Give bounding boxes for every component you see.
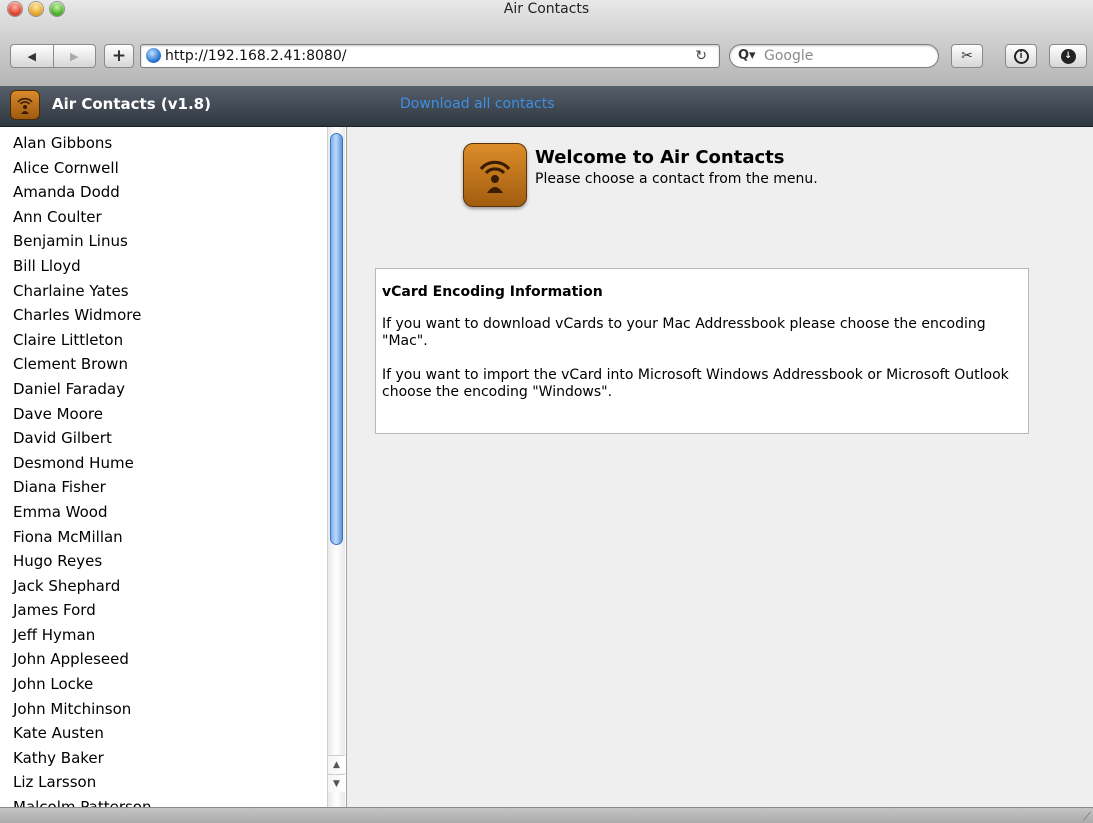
app-header: Air Contacts (v1.8) Download all contact…: [0, 86, 1093, 127]
search-icon[interactable]: Q▾: [738, 48, 756, 63]
sidebar-scrollbar[interactable]: ▲ ▼: [327, 127, 345, 807]
contact-item[interactable]: David Gilbert: [13, 426, 152, 451]
contact-item[interactable]: Alan Gibbons: [13, 131, 152, 156]
contacts-sidebar: Alan Gibbons Alice Cornwell Amanda Dodd Ann…: [0, 127, 347, 807]
contact-list: Alan Gibbons Alice Cornwell Amanda Dodd Ann…: [13, 131, 152, 807]
resize-grip-icon[interactable]: ⟋: [1083, 810, 1091, 823]
back-button[interactable]: ◀: [11, 45, 53, 67]
contact-item[interactable]: Kate Austen: [13, 721, 152, 746]
info-title: vCard Encoding Information: [382, 284, 603, 300]
add-bookmark-button[interactable]: +: [104, 44, 134, 68]
browser-toolbar: ◀ ▶ + http://192.168.2.41:8080/ ↻ Q▾ Goo…: [0, 40, 1093, 87]
contact-item[interactable]: Emma Wood: [13, 500, 152, 525]
contact-item[interactable]: Amanda Dodd: [13, 180, 152, 205]
contact-item[interactable]: Jeff Hyman: [13, 623, 152, 648]
browser-window: Air Contacts ◀ ▶ + http://192.168.2.41:8…: [0, 0, 1093, 823]
contact-item[interactable]: Dave Moore: [13, 402, 152, 427]
info-icon: i: [1013, 48, 1029, 64]
contact-item[interactable]: Malcolm Patterson: [13, 795, 152, 807]
search-field[interactable]: Q▾ Google: [729, 44, 939, 68]
air-contacts-icon: [10, 90, 40, 120]
title-bar: Air Contacts: [0, 0, 1093, 40]
address-bar[interactable]: http://192.168.2.41:8080/ ↻: [140, 44, 720, 68]
contact-item[interactable]: Kathy Baker: [13, 746, 152, 771]
vcard-info-box: vCard Encoding Information If you want t…: [375, 268, 1029, 434]
window-title: Air Contacts: [503, 1, 590, 17]
air-contacts-icon: [463, 143, 527, 207]
contact-item[interactable]: Hugo Reyes: [13, 549, 152, 574]
contact-item[interactable]: John Locke: [13, 672, 152, 697]
forward-button[interactable]: ▶: [52, 45, 96, 67]
contact-item[interactable]: Bill Lloyd: [13, 254, 152, 279]
contact-item[interactable]: Diana Fisher: [13, 475, 152, 500]
app-name: Air Contacts (v1.8): [52, 95, 211, 113]
contact-item[interactable]: John Mitchinson: [13, 697, 152, 722]
info-paragraph-windows: If you want to import the vCard into Mic…: [382, 367, 1009, 400]
contact-item[interactable]: Benjamin Linus: [13, 229, 152, 254]
globe-icon: [146, 48, 161, 63]
contact-item[interactable]: Ann Coulter: [13, 205, 152, 230]
status-bar: ⟋: [0, 807, 1093, 823]
main-content: Welcome to Air Contacts Please choose a …: [347, 127, 1093, 807]
contact-item[interactable]: James Ford: [13, 598, 152, 623]
reload-icon[interactable]: ↻: [695, 48, 707, 64]
contact-item[interactable]: Clement Brown: [13, 352, 152, 377]
contact-item[interactable]: Desmond Hume: [13, 451, 152, 476]
contact-item[interactable]: Daniel Faraday: [13, 377, 152, 402]
download-icon: ↓: [1060, 48, 1076, 64]
downloads-button[interactable]: ↓: [1049, 44, 1087, 68]
welcome-subtitle: Please choose a contact from the menu.: [535, 171, 818, 187]
welcome-title: Welcome to Air Contacts: [535, 147, 785, 168]
url-text[interactable]: http://192.168.2.41:8080/: [165, 48, 346, 64]
scroll-down-arrow[interactable]: ▼: [328, 774, 345, 792]
search-placeholder: Google: [764, 48, 814, 64]
contact-item[interactable]: Claire Littleton: [13, 328, 152, 353]
contact-item[interactable]: Liz Larsson: [13, 770, 152, 795]
back-forward-group: ◀ ▶: [10, 44, 96, 68]
info-paragraph-mac: If you want to download vCards to your M…: [382, 316, 986, 349]
contact-item[interactable]: Jack Shephard: [13, 574, 152, 599]
scroll-thumb[interactable]: [330, 133, 343, 545]
contact-item[interactable]: John Appleseed: [13, 647, 152, 672]
scissors-icon: ✂: [961, 48, 973, 64]
contact-item[interactable]: Alice Cornwell: [13, 156, 152, 181]
info-button[interactable]: i: [1005, 44, 1037, 68]
snippet-button[interactable]: ✂: [951, 44, 983, 68]
scroll-up-arrow[interactable]: ▲: [328, 755, 345, 773]
contact-item[interactable]: Charles Widmore: [13, 303, 152, 328]
download-all-contacts-link[interactable]: Download all contacts: [400, 96, 555, 112]
contact-item[interactable]: Fiona McMillan: [13, 525, 152, 550]
contact-item[interactable]: Charlaine Yates: [13, 279, 152, 304]
